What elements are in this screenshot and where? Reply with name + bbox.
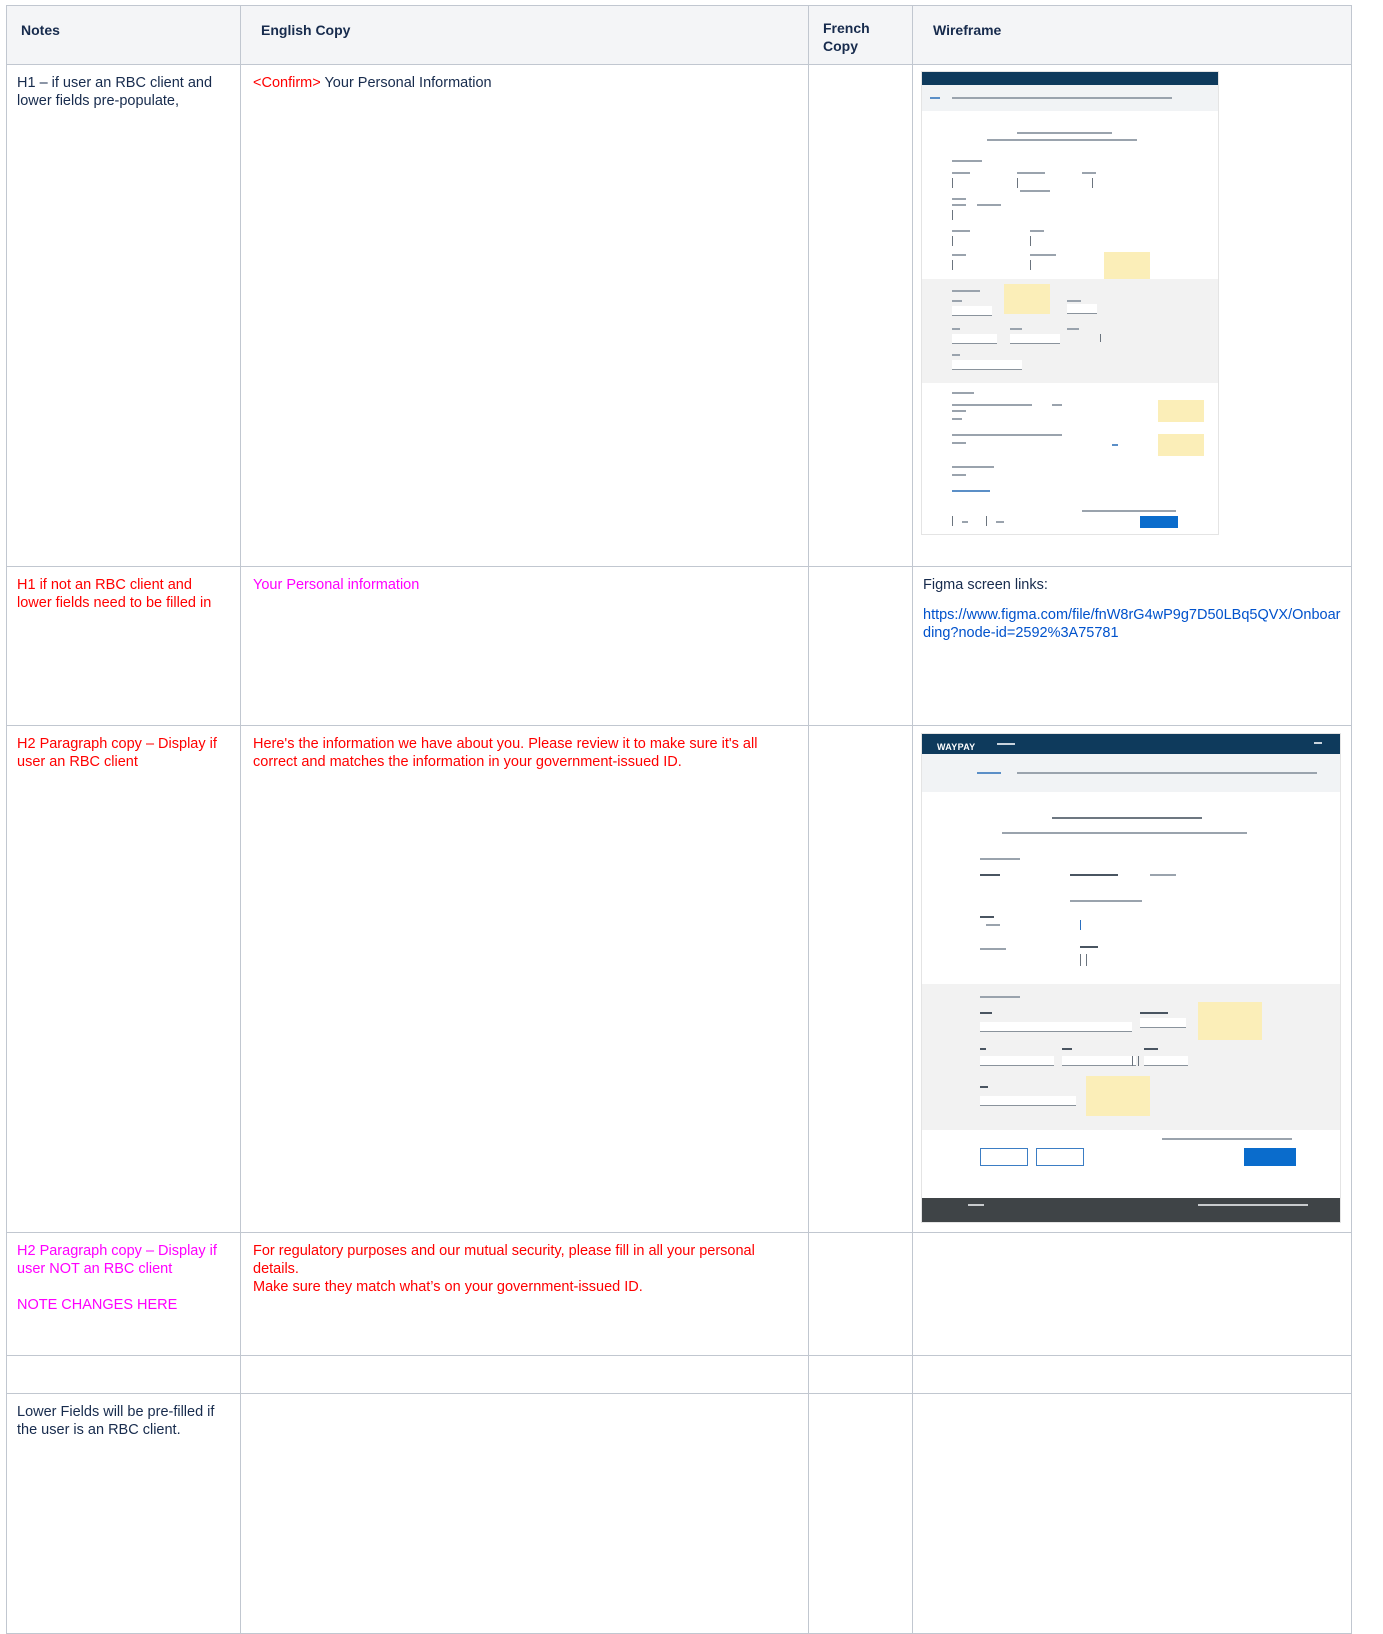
english-copy-cell <box>240 1355 809 1394</box>
notes-text: H1 if not an RBC client and lower fields… <box>17 577 212 611</box>
english-copy-cell: <Confirm> Your Personal Information <box>240 64 809 567</box>
english-copy-cell <box>240 1393 809 1634</box>
english-copy-cell: Your Personal information <box>240 566 809 726</box>
note-changes-text: NOTE CHANGES HERE <box>17 1297 178 1313</box>
notes-text: H2 Paragraph copy – Display if user NOT … <box>17 1243 217 1277</box>
notes-cell: H2 Paragraph copy – Display if user NOT … <box>6 1232 241 1356</box>
notes-cell: H2 Paragraph copy – Display if user an R… <box>6 725 241 1233</box>
french-copy-cell <box>808 725 913 1233</box>
wireframe-cell <box>912 1393 1352 1634</box>
wf-sticky-note <box>1198 1002 1262 1040</box>
table-row: H2 Paragraph copy – Display if user an R… <box>6 725 1352 1233</box>
english-copy-text: Your Personal information <box>253 577 420 593</box>
english-copy-cell: For regulatory purposes and our mutual s… <box>240 1232 809 1356</box>
table-row: H2 Paragraph copy – Display if user NOT … <box>6 1232 1352 1356</box>
wireframe-cell <box>912 1355 1352 1394</box>
notes-text: Lower Fields will be pre-filled if the u… <box>17 1404 215 1438</box>
wf-continue-button <box>1244 1148 1296 1166</box>
wf-footer <box>922 1198 1340 1222</box>
notes-cell: H1 if not an RBC client and lower fields… <box>6 566 241 726</box>
notes-cell <box>6 1355 241 1394</box>
confirm-token: <Confirm> <box>253 75 321 91</box>
notes-cell: Lower Fields will be pre-filled if the u… <box>6 1393 241 1634</box>
english-copy-cell: Here's the information we have about you… <box>240 725 809 1233</box>
table-row: H1 – if user an RBC client and lower fie… <box>6 64 1352 567</box>
table-row: Lower Fields will be pre-filled if the u… <box>6 1393 1352 1634</box>
english-copy-text: Your Personal Information <box>320 75 492 91</box>
french-copy-cell <box>808 566 913 726</box>
spec-table: Notes English Copy French Copy Wireframe… <box>6 5 1352 1634</box>
wf-sticky-note-2 <box>1086 1076 1150 1116</box>
french-copy-cell <box>808 1232 913 1356</box>
header-french-copy: French Copy <box>808 5 913 65</box>
french-copy-cell <box>808 64 913 567</box>
wf-top-bar <box>922 734 1340 754</box>
notes-cell: H1 – if user an RBC client and lower fie… <box>6 64 241 567</box>
header-notes: Notes <box>6 5 241 65</box>
french-copy-cell <box>808 1393 913 1634</box>
notes-text: H1 – if user an RBC client and lower fie… <box>17 75 213 109</box>
wf-back-button <box>980 1148 1028 1166</box>
wireframe-cell <box>912 1232 1352 1356</box>
table-row: H1 if not an RBC client and lower fields… <box>6 566 1352 726</box>
english-copy-line-2: Make sure they match what’s on your gove… <box>253 1279 643 1295</box>
header-wireframe: Wireframe <box>912 5 1352 65</box>
english-copy-text: Here's the information we have about you… <box>253 736 758 770</box>
figma-link[interactable]: https://www.figma.com/file/fnW8rG4wP9g7D… <box>923 607 1340 641</box>
wireframe-cell: Figma screen links: https://www.figma.co… <box>912 566 1352 726</box>
wireframe-cell <box>912 64 1352 567</box>
header-row: Notes English Copy French Copy Wireframe <box>6 5 1352 65</box>
header-english-copy: English Copy <box>240 5 809 65</box>
english-copy-line-1: For regulatory purposes and our mutual s… <box>253 1243 755 1277</box>
wireframe-image-1[interactable] <box>921 71 1219 535</box>
figma-links-label: Figma screen links: <box>923 577 1048 593</box>
french-copy-cell <box>808 1355 913 1394</box>
wireframe-cell: WAYPAY <box>912 725 1352 1233</box>
wf-top-bar <box>922 72 1218 85</box>
wf-save-button <box>1036 1148 1084 1166</box>
table-row <box>6 1355 1352 1394</box>
notes-text: H2 Paragraph copy – Display if user an R… <box>17 736 217 770</box>
wireframe-image-2[interactable]: WAYPAY <box>921 733 1341 1223</box>
wf-continue-button <box>1140 516 1178 528</box>
